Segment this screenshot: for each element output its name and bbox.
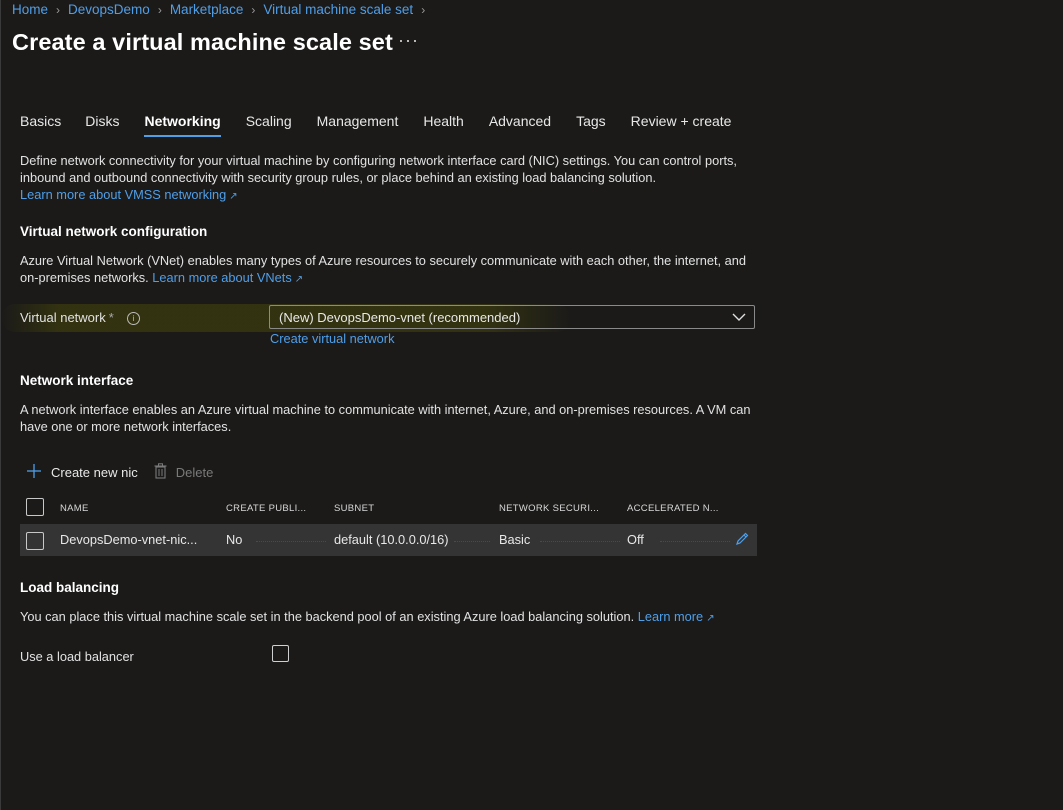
cell-accelerated: Off	[627, 532, 644, 547]
breadcrumb-devopsdemo[interactable]: DevopsDemo	[68, 2, 150, 17]
table-header: NAME CREATE PUBLI... SUBNET NETWORK SECU…	[20, 492, 757, 524]
cell-public-ip: No	[226, 532, 243, 547]
virtual-network-label-text: Virtual network	[20, 310, 106, 325]
column-header-public-ip[interactable]: CREATE PUBLI...	[226, 503, 306, 514]
divider	[256, 541, 326, 542]
use-load-balancer-checkbox[interactable]	[272, 645, 289, 662]
cell-name: DevopsDemo-vnet-nic...	[60, 532, 198, 547]
required-mark: *	[108, 310, 114, 325]
info-icon[interactable]: i	[127, 312, 140, 325]
learn-more-lb-link[interactable]: Learn more	[638, 609, 703, 624]
edit-icon[interactable]	[734, 531, 750, 550]
divider	[540, 541, 620, 542]
breadcrumb-marketplace[interactable]: Marketplace	[170, 2, 244, 17]
breadcrumb-vmss[interactable]: Virtual machine scale set	[263, 2, 413, 17]
virtual-network-label: Virtual network *	[20, 310, 114, 325]
delete-label: Delete	[175, 465, 214, 480]
row-checkbox[interactable]	[26, 532, 44, 550]
tab-scaling[interactable]: Scaling	[246, 113, 292, 137]
column-header-subnet[interactable]: SUBNET	[334, 503, 374, 514]
virtual-network-value: (New) DevopsDemo-vnet (recommended)	[279, 310, 521, 325]
use-load-balancer-label: Use a load balancer	[20, 649, 134, 664]
vnet-text: Azure Virtual Network (VNet) enables man…	[20, 253, 746, 285]
intro-text: Define network connectivity for your vir…	[20, 153, 737, 185]
table-row[interactable]: DevopsDemo-vnet-nic... No default (10.0.…	[20, 524, 757, 556]
cell-nsg: Basic	[499, 532, 531, 547]
chevron-right-icon: ›	[421, 2, 426, 17]
tab-disks[interactable]: Disks	[85, 113, 119, 137]
cell-subnet: default (10.0.0.0/16)	[334, 532, 449, 547]
lb-description: You can place this virtual machine scale…	[20, 608, 760, 627]
external-link-icon: ↗	[706, 613, 715, 624]
nic-table: NAME CREATE PUBLI... SUBNET NETWORK SECU…	[20, 492, 757, 556]
tab-management[interactable]: Management	[317, 113, 399, 137]
learn-more-vnets-link[interactable]: Learn more about VNets	[152, 270, 291, 285]
intro-description: Define network connectivity for your vir…	[20, 152, 760, 205]
tab-review-create[interactable]: Review + create	[631, 113, 732, 137]
page: Home › DevopsDemo › Marketplace › Virtua…	[0, 0, 1063, 810]
virtual-network-select[interactable]: (New) DevopsDemo-vnet (recommended)	[269, 305, 755, 329]
tab-health[interactable]: Health	[423, 113, 463, 137]
nic-description: A network interface enables an Azure vir…	[20, 402, 751, 434]
divider	[660, 541, 730, 542]
select-all-checkbox[interactable]	[26, 498, 44, 516]
create-new-nic-button[interactable]: Create new nic	[26, 463, 138, 482]
page-title: Create a virtual machine scale set	[12, 29, 393, 55]
breadcrumb: Home › DevopsDemo › Marketplace › Virtua…	[12, 2, 433, 17]
chevron-down-icon	[732, 310, 746, 325]
tab-tags[interactable]: Tags	[576, 113, 606, 137]
tab-networking[interactable]: Networking	[144, 113, 221, 137]
breadcrumb-home[interactable]: Home	[12, 2, 48, 17]
divider	[454, 541, 490, 542]
create-virtual-network-link[interactable]: Create virtual network	[270, 331, 394, 346]
external-link-icon: ↗	[294, 274, 304, 285]
external-link-icon: ↗	[229, 191, 238, 202]
column-header-name[interactable]: NAME	[60, 503, 89, 514]
vnet-description: Azure Virtual Network (VNet) enables man…	[20, 252, 760, 288]
chevron-right-icon: ›	[157, 2, 162, 17]
chevron-right-icon: ›	[251, 2, 256, 17]
learn-more-vmss-link[interactable]: Learn more about VMSS networking	[20, 187, 226, 202]
delete-button[interactable]: Delete	[154, 463, 214, 482]
tab-bar: Basics Disks Networking Scaling Manageme…	[20, 113, 756, 137]
column-header-nsg[interactable]: NETWORK SECURI...	[499, 503, 599, 514]
virtual-network-field: Virtual network * i (New) DevopsDemo-vnet…	[1, 304, 761, 332]
create-new-nic-label: Create new nic	[51, 465, 138, 480]
column-header-accelerated[interactable]: ACCELERATED N...	[627, 503, 719, 514]
lb-text: You can place this virtual machine scale…	[20, 609, 635, 624]
tab-advanced[interactable]: Advanced	[489, 113, 551, 137]
chevron-right-icon: ›	[56, 2, 61, 17]
more-options-button[interactable]: ···	[398, 30, 419, 51]
vnet-heading: Virtual network configuration	[20, 224, 208, 239]
tab-basics[interactable]: Basics	[20, 113, 61, 137]
plus-icon	[26, 463, 42, 482]
nic-toolbar: Create new nic Delete	[26, 463, 229, 482]
lb-heading: Load balancing	[20, 580, 120, 595]
nic-heading: Network interface	[20, 373, 134, 388]
trash-icon	[154, 463, 167, 482]
